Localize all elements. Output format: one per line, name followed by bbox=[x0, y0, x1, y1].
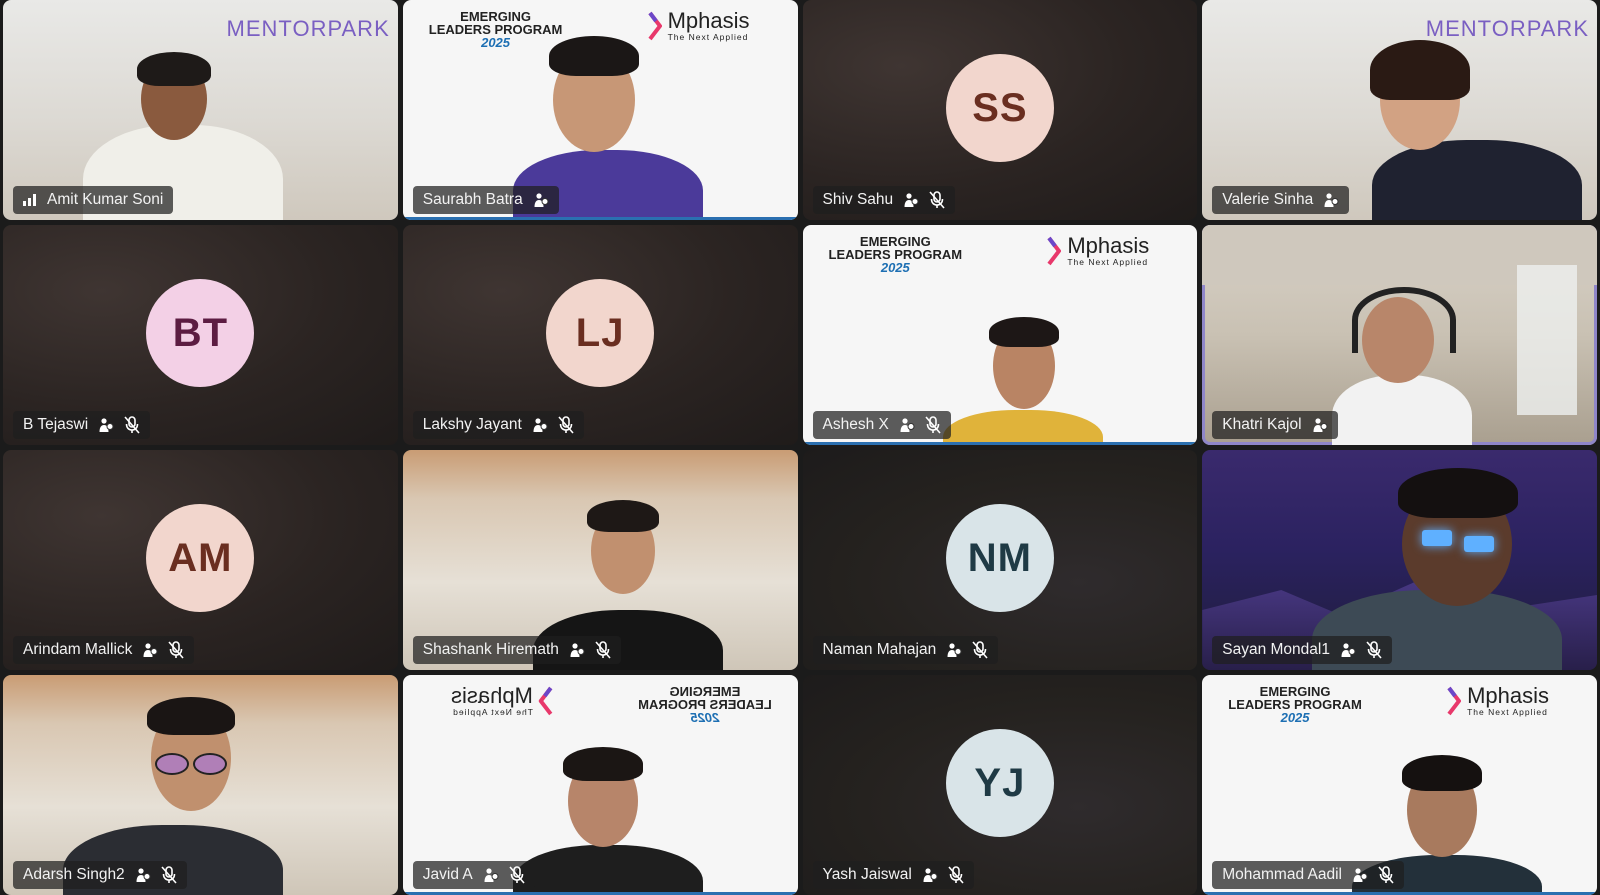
mic-off-icon[interactable] bbox=[558, 416, 574, 434]
participant-name: Lakshy Jayant bbox=[422, 416, 522, 433]
participant-tile[interactable]: SS Shiv Sahu bbox=[802, 0, 1198, 220]
elp-logo: EMERGING LEADERS PROGRAM 2025 bbox=[828, 234, 963, 275]
raised-hand-icon bbox=[532, 417, 548, 433]
participant-nametag: Sayan Mondal1 bbox=[1212, 636, 1392, 664]
mic-off-icon[interactable] bbox=[124, 416, 140, 434]
participant-nametag: Shiv Sahu bbox=[812, 186, 956, 214]
mphasis-logo: Mphasis The Next Applied bbox=[451, 683, 553, 717]
participant-tile[interactable]: EMERGING LEADERS PROGRAM 2025 Mphasis The… bbox=[1202, 675, 1597, 895]
raised-hand-icon bbox=[569, 642, 585, 658]
raised-hand-icon bbox=[483, 867, 499, 883]
participant-tile[interactable]: AM Arindam Mallick bbox=[3, 450, 398, 670]
participant-nametag: Arindam Mallick bbox=[13, 636, 195, 664]
participant-tile[interactable]: MENTORPARK Amit Kumar Soni bbox=[3, 0, 398, 220]
raised-hand-icon bbox=[142, 642, 158, 658]
participant-name: Khatri Kajol bbox=[1222, 416, 1302, 433]
raised-hand-icon bbox=[98, 417, 114, 433]
participant-avatar: LJ bbox=[546, 279, 655, 387]
mic-off-icon[interactable] bbox=[509, 866, 525, 884]
participant-nametag: Valerie Sinha bbox=[1212, 186, 1350, 214]
mphasis-logo: Mphasis The Next Applied bbox=[647, 10, 750, 42]
raised-hand-icon bbox=[1312, 417, 1328, 433]
mphasis-logo: Mphasis The Next Applied bbox=[1047, 235, 1149, 267]
participant-name: Amit Kumar Soni bbox=[47, 191, 164, 208]
mic-off-icon[interactable] bbox=[948, 866, 964, 884]
participant-avatar: BT bbox=[146, 279, 255, 387]
participant-name: Mohammad Aadil bbox=[1222, 866, 1343, 883]
mic-off-icon[interactable] bbox=[925, 416, 941, 434]
raised-hand-icon bbox=[135, 867, 151, 883]
mic-off-icon[interactable] bbox=[161, 866, 177, 884]
participant-nametag: Javid A bbox=[412, 861, 535, 889]
participant-name: B Tejaswi bbox=[23, 416, 89, 433]
mic-off-icon[interactable] bbox=[168, 641, 184, 659]
participant-tile[interactable]: EMERGING LEADERS PROGRAM 2025 Mphasis The… bbox=[802, 225, 1198, 445]
participant-tile[interactable]: EMERGING LEADERS PROGRAM 2025 Mphasis The… bbox=[402, 675, 798, 895]
participant-name: Shiv Sahu bbox=[822, 191, 894, 208]
participant-nametag: Amit Kumar Soni bbox=[13, 186, 174, 214]
participant-avatar: AM bbox=[146, 504, 255, 612]
participant-grid: MENTORPARK Amit Kumar Soni EMERGING LEAD… bbox=[3, 0, 1597, 895]
participant-name: Javid A bbox=[422, 866, 473, 883]
participant-name: Saurabh Batra bbox=[422, 191, 523, 208]
participant-nametag: Adarsh Singh2 bbox=[13, 861, 187, 889]
elp-logo: EMERGING LEADERS PROGRAM 2025 bbox=[1228, 684, 1362, 725]
mic-off-icon[interactable] bbox=[595, 641, 611, 659]
participant-name: Naman Mahajan bbox=[822, 641, 937, 658]
participant-tile[interactable]: BT B Tejaswi bbox=[3, 225, 398, 445]
mentorpark-logo: MENTORPARK bbox=[226, 16, 390, 41]
participant-name: Shashank Hiremath bbox=[422, 641, 559, 658]
participant-tile[interactable]: Shashank Hiremath bbox=[402, 450, 798, 670]
participant-nametag: Mohammad Aadil bbox=[1212, 861, 1405, 889]
participant-nametag: Saurabh Batra bbox=[412, 186, 559, 214]
raised-hand-icon bbox=[899, 417, 915, 433]
participant-name: Ashesh X bbox=[822, 416, 889, 433]
mphasis-logo: Mphasis The Next Applied bbox=[1447, 685, 1549, 717]
participant-name: Arindam Mallick bbox=[23, 641, 133, 658]
participant-nametag: Shashank Hiremath bbox=[412, 636, 621, 664]
raised-hand-icon bbox=[922, 867, 938, 883]
mentorpark-logo: MENTORPARK bbox=[1425, 16, 1589, 41]
signal-icon bbox=[23, 194, 37, 206]
raised-hand-icon bbox=[1323, 192, 1339, 208]
participant-nametag: Ashesh X bbox=[812, 411, 951, 439]
mic-off-icon[interactable] bbox=[972, 641, 988, 659]
participant-avatar: YJ bbox=[945, 729, 1054, 837]
participant-tile[interactable]: NM Naman Mahajan bbox=[802, 450, 1198, 670]
participant-name: Sayan Mondal1 bbox=[1222, 641, 1330, 658]
participant-tile[interactable]: MENTORPARK Valerie Sinha bbox=[1202, 0, 1597, 220]
mic-off-icon[interactable] bbox=[1366, 641, 1382, 659]
mic-off-icon[interactable] bbox=[929, 191, 945, 209]
participant-nametag: Khatri Kajol bbox=[1212, 411, 1338, 439]
raised-hand-icon bbox=[903, 192, 919, 208]
elp-logo: EMERGING LEADERS PROGRAM 2025 bbox=[428, 9, 563, 50]
raised-hand-icon bbox=[1352, 867, 1368, 883]
raised-hand-icon bbox=[946, 642, 962, 658]
participant-tile[interactable]: Adarsh Singh2 bbox=[3, 675, 398, 895]
participant-nametag: Yash Jaiswal bbox=[812, 861, 974, 889]
participant-name: Yash Jaiswal bbox=[822, 866, 912, 883]
raised-hand-icon bbox=[533, 192, 549, 208]
participant-nametag: B Tejaswi bbox=[13, 411, 151, 439]
participant-nametag: Lakshy Jayant bbox=[412, 411, 584, 439]
participant-tile[interactable]: Sayan Mondal1 bbox=[1202, 450, 1597, 670]
participant-tile[interactable]: LJ Lakshy Jayant bbox=[402, 225, 798, 445]
raised-hand-icon bbox=[1340, 642, 1356, 658]
participant-tile[interactable]: EMERGING LEADERS PROGRAM 2025 Mphasis The… bbox=[402, 0, 798, 220]
participant-avatar: SS bbox=[945, 54, 1054, 162]
mic-off-icon[interactable] bbox=[1378, 866, 1394, 884]
elp-logo: EMERGING LEADERS PROGRAM 2025 bbox=[637, 684, 772, 725]
participant-name: Adarsh Singh2 bbox=[23, 866, 125, 883]
participant-tile[interactable]: YJ Yash Jaiswal bbox=[802, 675, 1198, 895]
participant-avatar: NM bbox=[945, 504, 1054, 612]
participant-nametag: Naman Mahajan bbox=[812, 636, 999, 664]
participant-name: Valerie Sinha bbox=[1222, 191, 1314, 208]
participant-tile-active-speaker[interactable]: Khatri Kajol bbox=[1202, 225, 1597, 445]
